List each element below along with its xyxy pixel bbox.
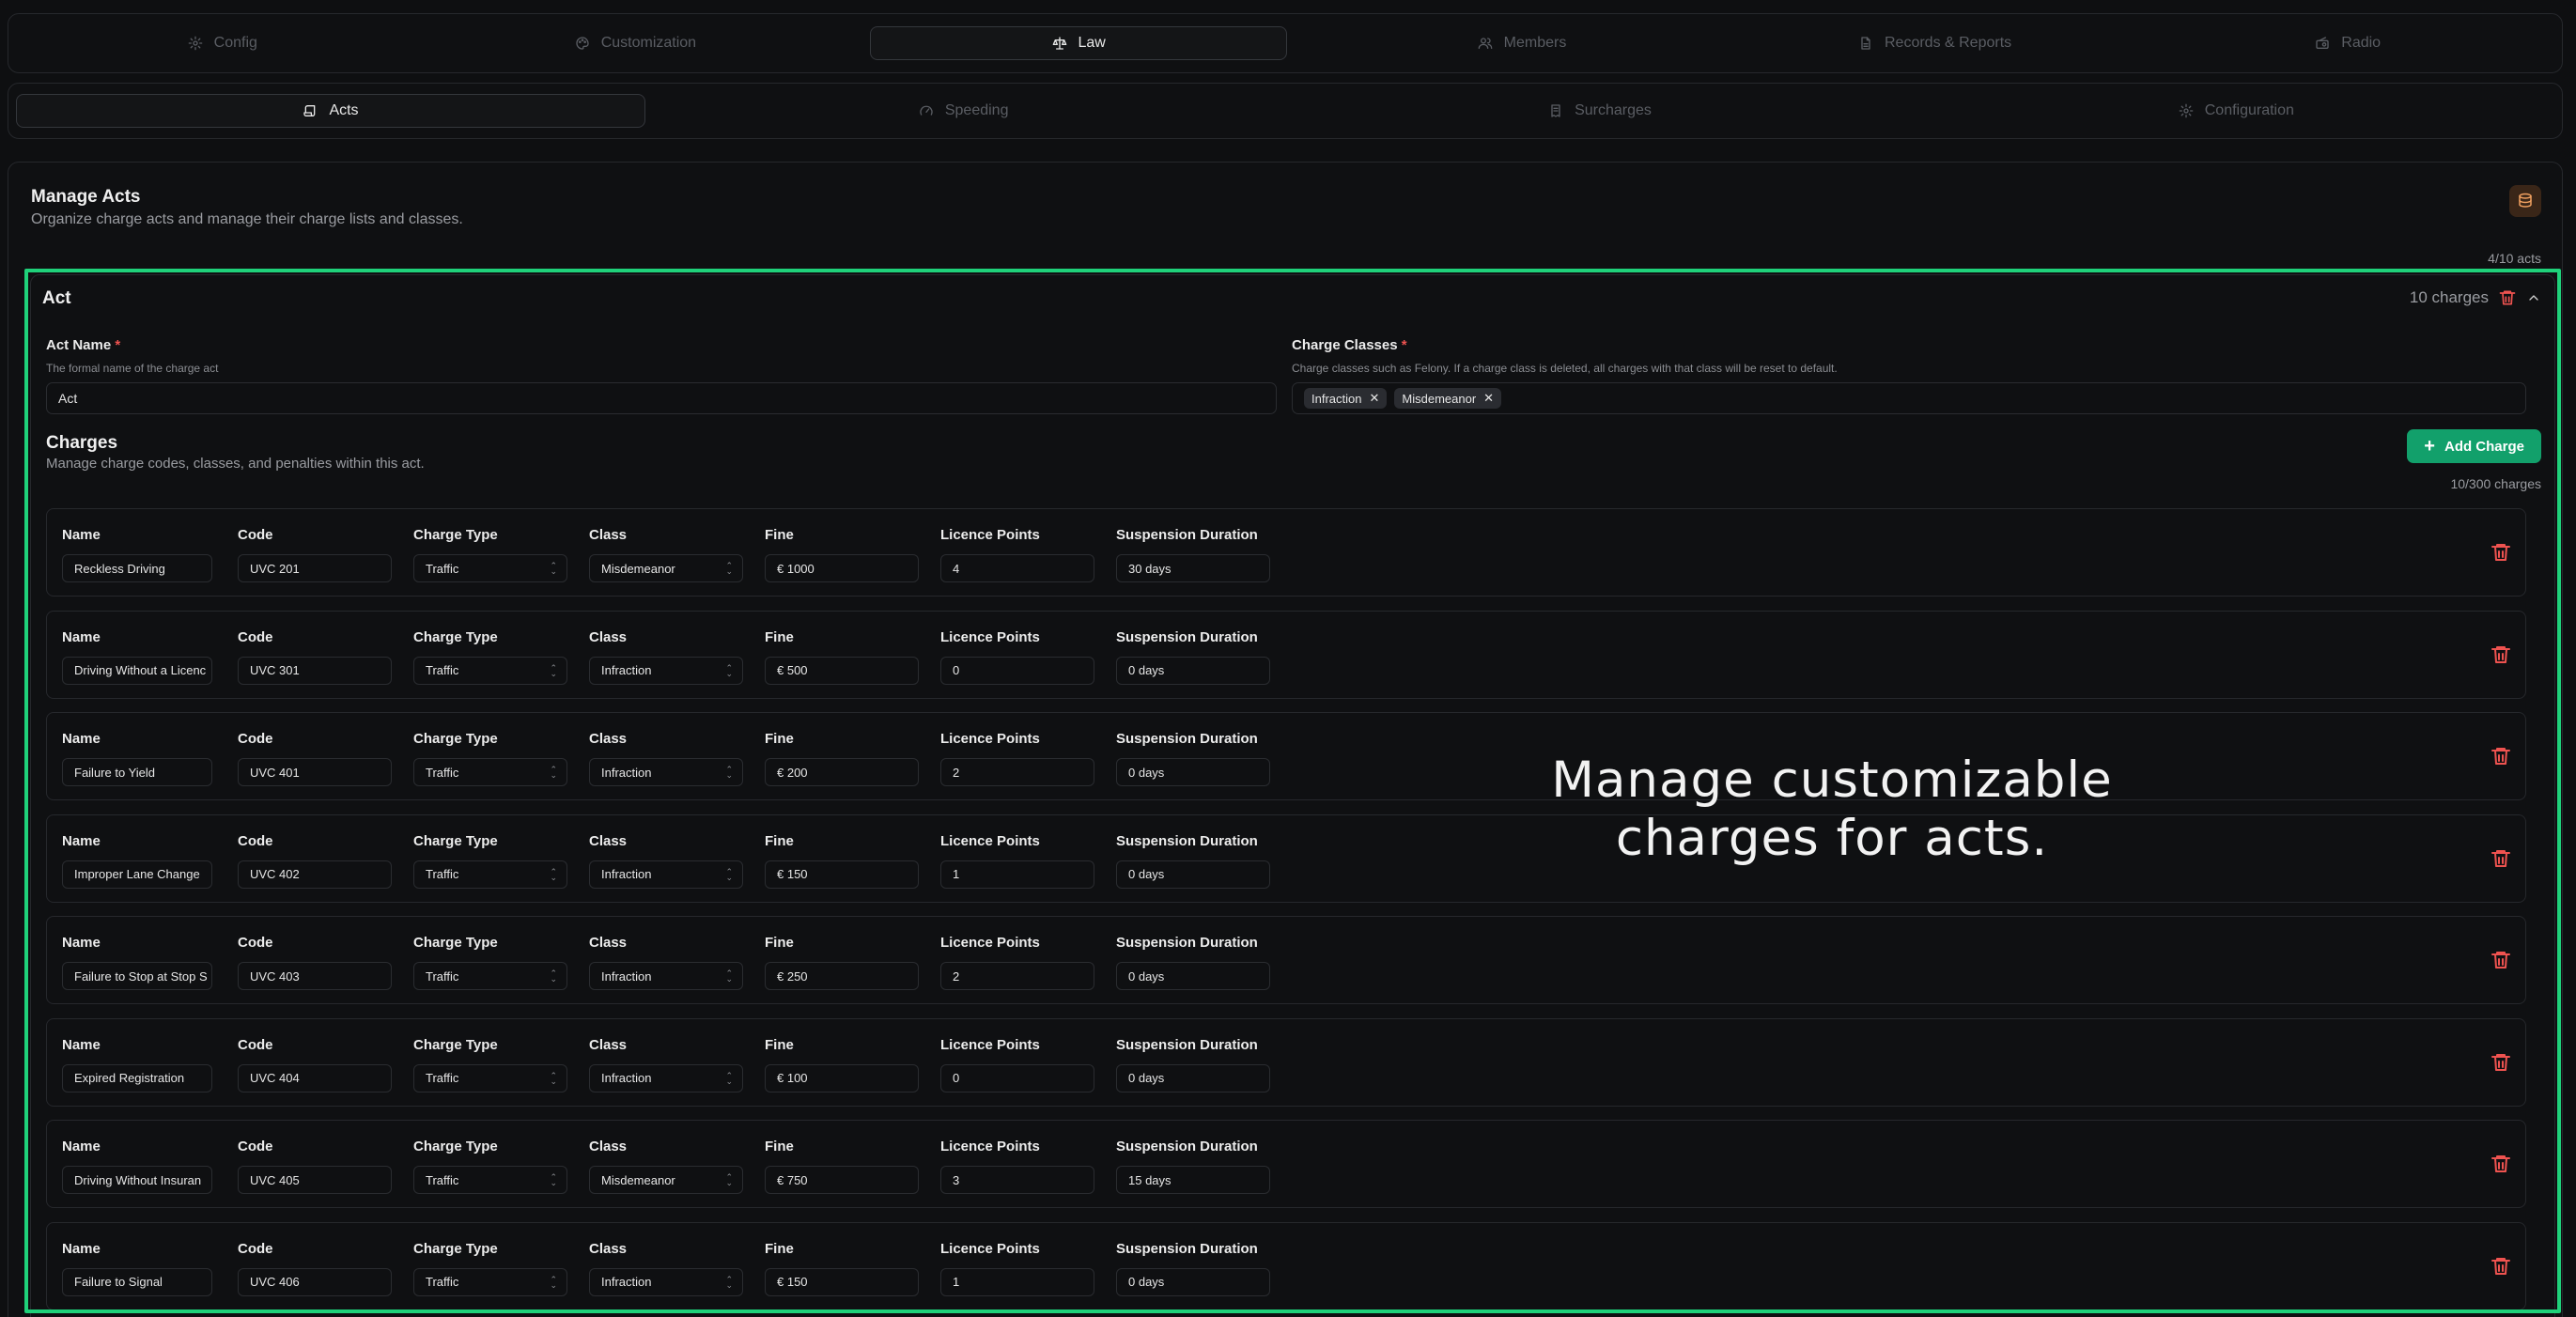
- tab-customization[interactable]: Customization: [429, 26, 843, 60]
- tab-label: Speeding: [944, 102, 1009, 118]
- tab-label: Law: [1078, 35, 1106, 51]
- palette-icon: [576, 37, 589, 50]
- tab-label: Radio: [2341, 35, 2382, 51]
- tab-label: Config: [213, 35, 257, 51]
- tab-members[interactable]: Members: [1315, 26, 1729, 60]
- tab-label: Surcharges: [1575, 102, 1652, 118]
- subtab-acts[interactable]: Acts: [16, 94, 645, 128]
- gear-icon: [2179, 103, 2194, 118]
- acts-count: 4/10 acts: [2488, 251, 2541, 266]
- scroll-icon: [303, 105, 316, 116]
- tab-radio[interactable]: Radio: [2141, 26, 2554, 60]
- tab-label: Customization: [600, 35, 697, 51]
- page-subtitle: Organize charge acts and manage their ch…: [31, 211, 463, 227]
- gear-icon: [188, 36, 203, 51]
- top-tab-bar: Config Customization Law Members Records & R…: [8, 13, 2563, 73]
- overlay-caption: Manage customizable charges for acts.: [1551, 751, 2113, 867]
- tab-records-and-reports[interactable]: Records & Reports: [1729, 26, 2142, 60]
- tab-label: Configuration: [2204, 102, 2294, 118]
- tab-label: Records & Reports: [1884, 35, 2012, 51]
- sub-tab-bar: Acts Speeding Surcharges Configuration: [8, 83, 2563, 139]
- tab-law[interactable]: Law: [870, 26, 1288, 60]
- file-icon: [1861, 37, 1870, 50]
- radio-icon: [2316, 37, 2329, 49]
- subtab-surcharges[interactable]: Surcharges: [1281, 94, 1917, 128]
- gauge-icon: [920, 105, 933, 116]
- tab-label: Members: [1503, 35, 1567, 51]
- receipt-icon: [1551, 104, 1560, 117]
- scale-icon: [1052, 37, 1066, 50]
- users-icon: [1478, 38, 1492, 49]
- tab-label: Acts: [329, 102, 359, 118]
- page-title: Manage Acts: [31, 187, 141, 207]
- database-icon: [2519, 193, 2532, 208]
- subtab-speeding[interactable]: Speeding: [645, 94, 1281, 128]
- tab-config[interactable]: Config: [16, 26, 429, 60]
- database-button[interactable]: [2509, 185, 2541, 217]
- highlight-frame: [24, 269, 2561, 1313]
- subtab-configuration[interactable]: Configuration: [1918, 94, 2554, 128]
